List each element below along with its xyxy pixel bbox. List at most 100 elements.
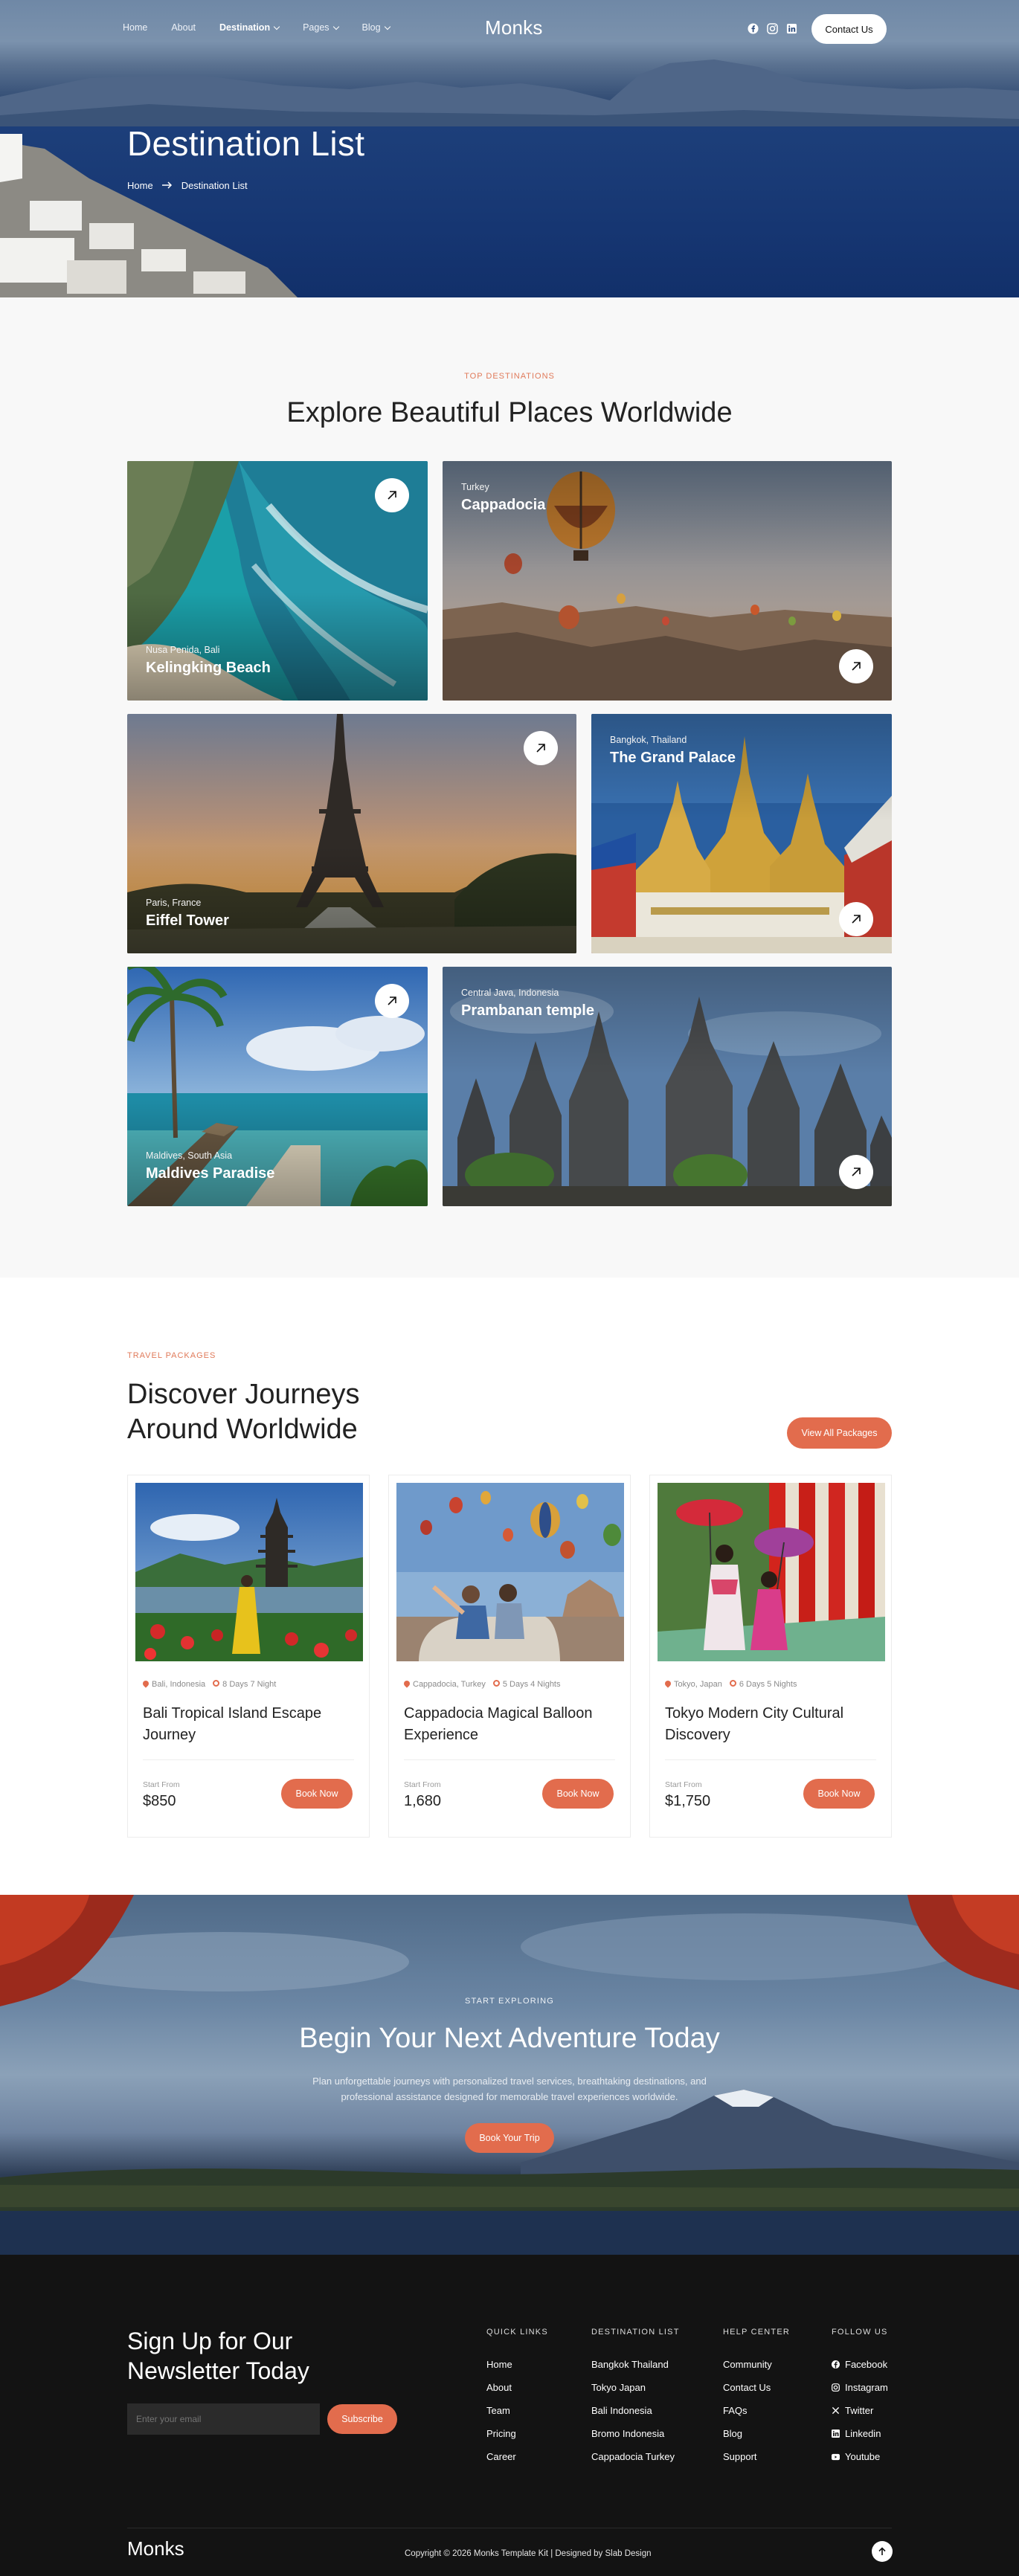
section-eyebrow: TOP DESTINATIONS [464,372,555,381]
arrow-up-right-icon [388,996,396,1005]
footer-link[interactable]: Career [486,2445,548,2468]
chevron-down-icon [384,23,390,30]
footer-social-instagram[interactable]: Instagram [832,2376,888,2399]
package-image-cappadocia [396,1483,624,1661]
newsletter-title: Sign Up for Our Newsletter Today [127,2328,309,2384]
site-footer: Sign Up for OurNewsletter Today Subscrib… [0,2255,1019,2576]
package-price: $1,750 [665,1793,711,1809]
footer-link[interactable]: Team [486,2399,548,2422]
back-to-top-button[interactable] [872,2541,893,2562]
contact-us-button[interactable]: Contact Us [811,14,887,44]
footer-link[interactable]: Bali Indonesia [591,2399,680,2422]
divider [404,1759,615,1760]
nav-link-destination[interactable]: Destination [219,22,280,33]
cta-description: Plan unforgettable journeys with persona… [312,2076,707,2102]
destination-card-maldives[interactable]: Maldives, South Asia Maldives Paradise [127,967,428,1206]
linkedin-icon[interactable] [785,22,797,34]
package-meta: Tokyo, Japan 6 Days 5 Nights [663,1679,797,1689]
footer-social-linkedin[interactable]: Linkedin [832,2422,888,2445]
destination-card-cappadocia[interactable]: Turkey Cappadocia [443,461,892,701]
footer-column-heading: FOLLOW US [832,2328,888,2337]
footer-link[interactable]: FAQs [723,2399,790,2422]
footer-social-youtube[interactable]: Youtube [832,2445,888,2468]
footer-link[interactable]: Contact Us [723,2376,790,2399]
destination-card-grand-palace[interactable]: Bangkok, Thailand The Grand Palace [591,714,892,953]
nav-link-blog[interactable]: Blog [362,22,390,33]
footer-link[interactable]: Bromo Indonesia [591,2422,680,2445]
card-link-button[interactable] [839,649,873,683]
destination-card-kelingking[interactable]: Nusa Penida, Bali Kelingking Beach [127,461,428,701]
package-card-bali[interactable]: Bali, Indonesia 8 Days 7 Night Bali Trop… [127,1475,370,1838]
card-title: Eiffel Tower [146,912,229,929]
arrow-up-right-icon [852,662,861,671]
subscribe-button[interactable]: Subscribe [327,2404,397,2434]
footer-column-heading: DESTINATION LIST [591,2328,680,2337]
footer-link[interactable]: Bangkok Thailand [591,2353,680,2376]
card-link-button[interactable] [839,902,873,936]
package-card-tokyo[interactable]: Tokyo, Japan 6 Days 5 Nights Tokyo Moder… [649,1475,892,1838]
footer-link[interactable]: About [486,2376,548,2399]
map-pin-icon [402,1679,411,1688]
chevron-down-icon [332,23,339,30]
book-now-button[interactable]: Book Now [281,1779,353,1809]
arrow-right-icon [161,180,173,191]
footer-link[interactable]: Community [723,2353,790,2376]
x-twitter-icon [832,2406,840,2415]
package-image-bali [135,1483,363,1661]
site-logo[interactable]: Monks [485,16,543,39]
book-now-button[interactable]: Book Now [542,1779,614,1809]
packages-section: TRAVEL PACKAGES Discover Journeys Around … [0,1278,1019,1895]
clock-icon [729,1680,736,1687]
clock-icon [213,1680,220,1687]
cta-title: Begin Your Next Adventure Today [299,2023,720,2054]
destinations-section: TOP DESTINATIONS Explore Beautiful Place… [0,297,1019,1278]
section-title: Discover Journeys Around Worldwide [127,1379,360,1445]
package-name: Bali Tropical Island Escape Journey [143,1705,322,1743]
email-input[interactable] [127,2403,320,2435]
start-from-label: Start From [143,1780,180,1789]
start-from-label: Start From [665,1780,702,1789]
package-name: Tokyo Modern City Cultural Discovery [665,1705,844,1743]
footer-link[interactable]: Home [486,2353,548,2376]
view-all-packages-button[interactable]: View All Packages [787,1417,892,1449]
youtube-icon [832,2453,840,2461]
footer-logo[interactable]: Monks [127,2537,184,2560]
destination-card-eiffel[interactable]: Paris, France Eiffel Tower [127,714,576,953]
footer-link[interactable]: Blog [723,2422,790,2445]
card-link-button[interactable] [839,1155,873,1189]
package-card-cappadocia[interactable]: Cappadocia, Turkey 5 Days 4 Nights Cappa… [388,1475,631,1838]
card-link-button[interactable] [375,984,409,1018]
breadcrumb-home-link[interactable]: Home [127,180,153,191]
clock-icon [492,1680,500,1687]
footer-link[interactable]: Support [723,2445,790,2468]
footer-column-quick-links: QUICK LINKS Home About Team Pricing Care… [486,2328,548,2468]
facebook-icon[interactable] [747,22,759,34]
book-now-button[interactable]: Book Now [803,1779,875,1809]
instagram-icon[interactable] [766,22,778,34]
footer-column-help-center: HELP CENTER Community Contact Us FAQs Bl… [723,2328,790,2468]
footer-social-facebook[interactable]: Facebook [832,2353,888,2376]
section-eyebrow: TRAVEL PACKAGES [127,1351,216,1360]
card-link-button[interactable] [375,478,409,512]
nav-link-pages[interactable]: Pages [303,22,339,33]
card-link-button[interactable] [524,731,558,765]
nav-link-home[interactable]: Home [123,22,147,33]
package-price: $850 [143,1793,176,1809]
destination-card-prambanan[interactable]: Central Java, Indonesia Prambanan temple [443,967,892,1206]
footer-social-twitter[interactable]: Twitter [832,2399,888,2422]
card-title: Kelingking Beach [146,660,271,676]
footer-link[interactable]: Cappadocia Turkey [591,2445,680,2468]
map-pin-icon [663,1679,672,1688]
nav-link-about[interactable]: About [171,22,196,33]
footer-link[interactable]: Tokyo Japan [591,2376,680,2399]
package-image-tokyo [658,1483,885,1661]
footer-column-follow-us: FOLLOW US Facebook Instagram Twitter Lin… [832,2328,888,2468]
package-meta: Cappadocia, Turkey 5 Days 4 Nights [402,1679,561,1689]
footer-link[interactable]: Pricing [486,2422,548,2445]
footer-column-heading: HELP CENTER [723,2328,791,2337]
book-your-trip-button[interactable]: Book Your Trip [465,2123,554,2153]
breadcrumb-current: Destination List [181,180,248,191]
instagram-icon [832,2383,840,2392]
copyright-text: Copyright © 2026 Monks Template Kit | De… [405,2549,652,2558]
arrow-up-right-icon [852,915,861,924]
